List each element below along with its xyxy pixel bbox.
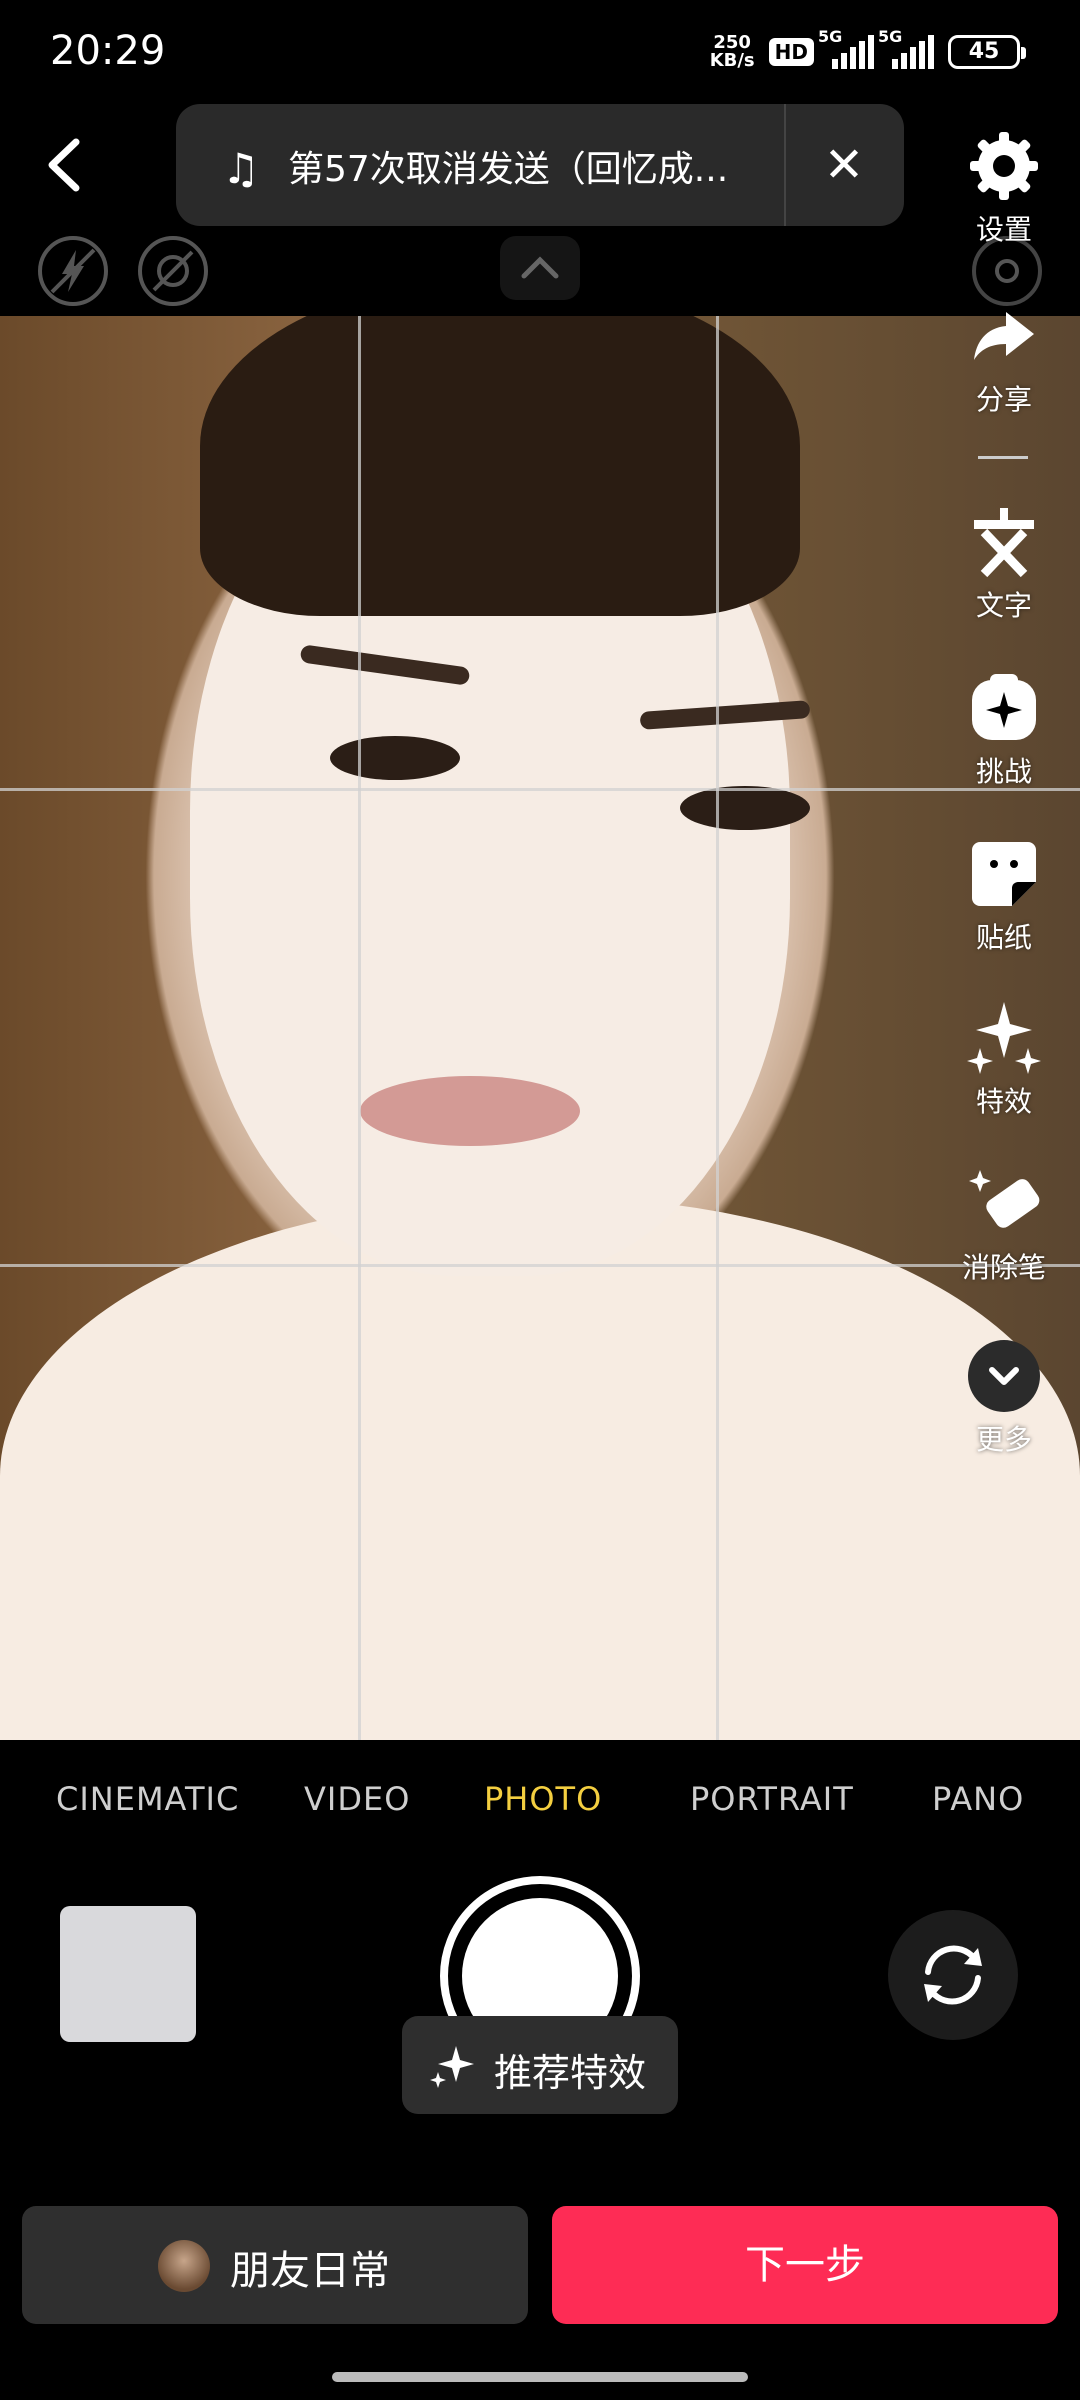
- hd-badge: HD: [768, 38, 814, 66]
- grid-line: [716, 316, 719, 1740]
- text-label: 文字: [975, 589, 1032, 622]
- recommended-effects-button[interactable]: 推荐特效: [402, 2016, 678, 2114]
- text-button[interactable]: 文字: [954, 504, 1054, 624]
- gallery-thumbnail[interactable]: [60, 1906, 196, 2042]
- status-icons: 250 KB/s HD 5G 5G 45: [710, 27, 1026, 74]
- friend-daily-label: 朋友日常: [230, 2248, 390, 2294]
- divider: [784, 104, 786, 226]
- subject-lips: [360, 1076, 580, 1146]
- sticker-label: 贴纸: [975, 921, 1032, 954]
- more-button[interactable]: 更多: [954, 1338, 1054, 1458]
- status-bar: 20:29 250 KB/s HD 5G 5G 45: [0, 0, 1080, 100]
- camera-mode-strip: CINEMATIC VIDEO PHOTO PORTRAIT PANO: [0, 1780, 1080, 1830]
- back-button[interactable]: [40, 130, 90, 200]
- home-indicator[interactable]: [332, 2372, 748, 2382]
- mode-portrait[interactable]: PORTRAIT: [690, 1780, 854, 1818]
- subject-eye-left: [330, 736, 460, 780]
- signal-5g-label-2: 5G: [878, 27, 903, 46]
- expand-options-button[interactable]: [500, 236, 580, 300]
- close-music-button[interactable]: ✕: [804, 132, 884, 198]
- next-step-button[interactable]: 下一步: [552, 2206, 1058, 2324]
- share-button[interactable]: 分享: [954, 298, 1054, 418]
- challenge-label: 挑战: [975, 755, 1032, 788]
- battery-icon: 45: [948, 35, 1026, 69]
- grid-line: [0, 1264, 1080, 1267]
- signal-icon: 5G: [818, 27, 874, 69]
- flip-camera-button[interactable]: [888, 1910, 1018, 2040]
- grid-line: [0, 788, 1080, 791]
- eraser-icon: [969, 1170, 1040, 1228]
- toolbar-separator: [978, 456, 1028, 459]
- beauty-off-icon[interactable]: [138, 236, 208, 306]
- network-speed: 250 KB/s: [710, 34, 755, 70]
- music-selector[interactable]: ♫ 第57次取消发送（回忆成... ✕: [176, 104, 904, 226]
- mode-photo[interactable]: PHOTO: [484, 1780, 602, 1818]
- mode-video[interactable]: VIDEO: [304, 1780, 410, 1818]
- flash-off-icon[interactable]: [38, 236, 108, 306]
- sticker-icon: [972, 842, 1036, 906]
- challenge-icon: [972, 674, 1036, 740]
- settings-button[interactable]: 设置: [954, 128, 1054, 248]
- share-arrow-icon: [974, 312, 1034, 360]
- more-label: 更多: [975, 1423, 1032, 1456]
- subject-hair: [200, 316, 800, 616]
- close-icon: ✕: [823, 137, 865, 193]
- music-note-icon: ♫: [222, 144, 260, 193]
- chevron-left-icon: [48, 138, 80, 192]
- gear-icon: [970, 132, 1038, 200]
- challenge-button[interactable]: 挑战: [954, 670, 1054, 790]
- camera-viewfinder[interactable]: [0, 316, 1080, 1740]
- sparkles-icon: [430, 2046, 474, 2088]
- avatar: [158, 2240, 210, 2292]
- effects-button[interactable]: 特效: [954, 1000, 1054, 1120]
- eraser-button[interactable]: 消除笔: [954, 1166, 1054, 1286]
- grid-line: [358, 316, 361, 1740]
- sticker-button[interactable]: 贴纸: [954, 836, 1054, 956]
- mode-cinematic[interactable]: CINEMATIC: [56, 1780, 239, 1818]
- music-title: 第57次取消发送（回忆成...: [288, 149, 729, 190]
- share-label: 分享: [975, 383, 1032, 416]
- signal-5g-label: 5G: [818, 27, 843, 46]
- recommended-effects-label: 推荐特效: [494, 2051, 647, 2095]
- eraser-label: 消除笔: [961, 1251, 1046, 1284]
- chevron-down-icon: [968, 1340, 1040, 1412]
- subject-eye-right: [680, 786, 810, 830]
- signal-icon-2: 5G: [878, 27, 934, 69]
- text-icon: [974, 508, 1034, 578]
- sparkles-icon: [967, 1002, 1041, 1074]
- mode-pano[interactable]: PANO: [932, 1780, 1024, 1818]
- flip-camera-icon: [924, 1945, 982, 2005]
- status-time: 20:29: [50, 28, 166, 74]
- effects-label: 特效: [975, 1085, 1032, 1118]
- network-speed-unit: KB/s: [709, 50, 755, 71]
- subject-shoulders: [0, 1196, 1080, 1740]
- friend-daily-button[interactable]: 朋友日常: [22, 2206, 528, 2324]
- chevron-up-icon: [521, 256, 559, 279]
- settings-label: 设置: [975, 213, 1032, 246]
